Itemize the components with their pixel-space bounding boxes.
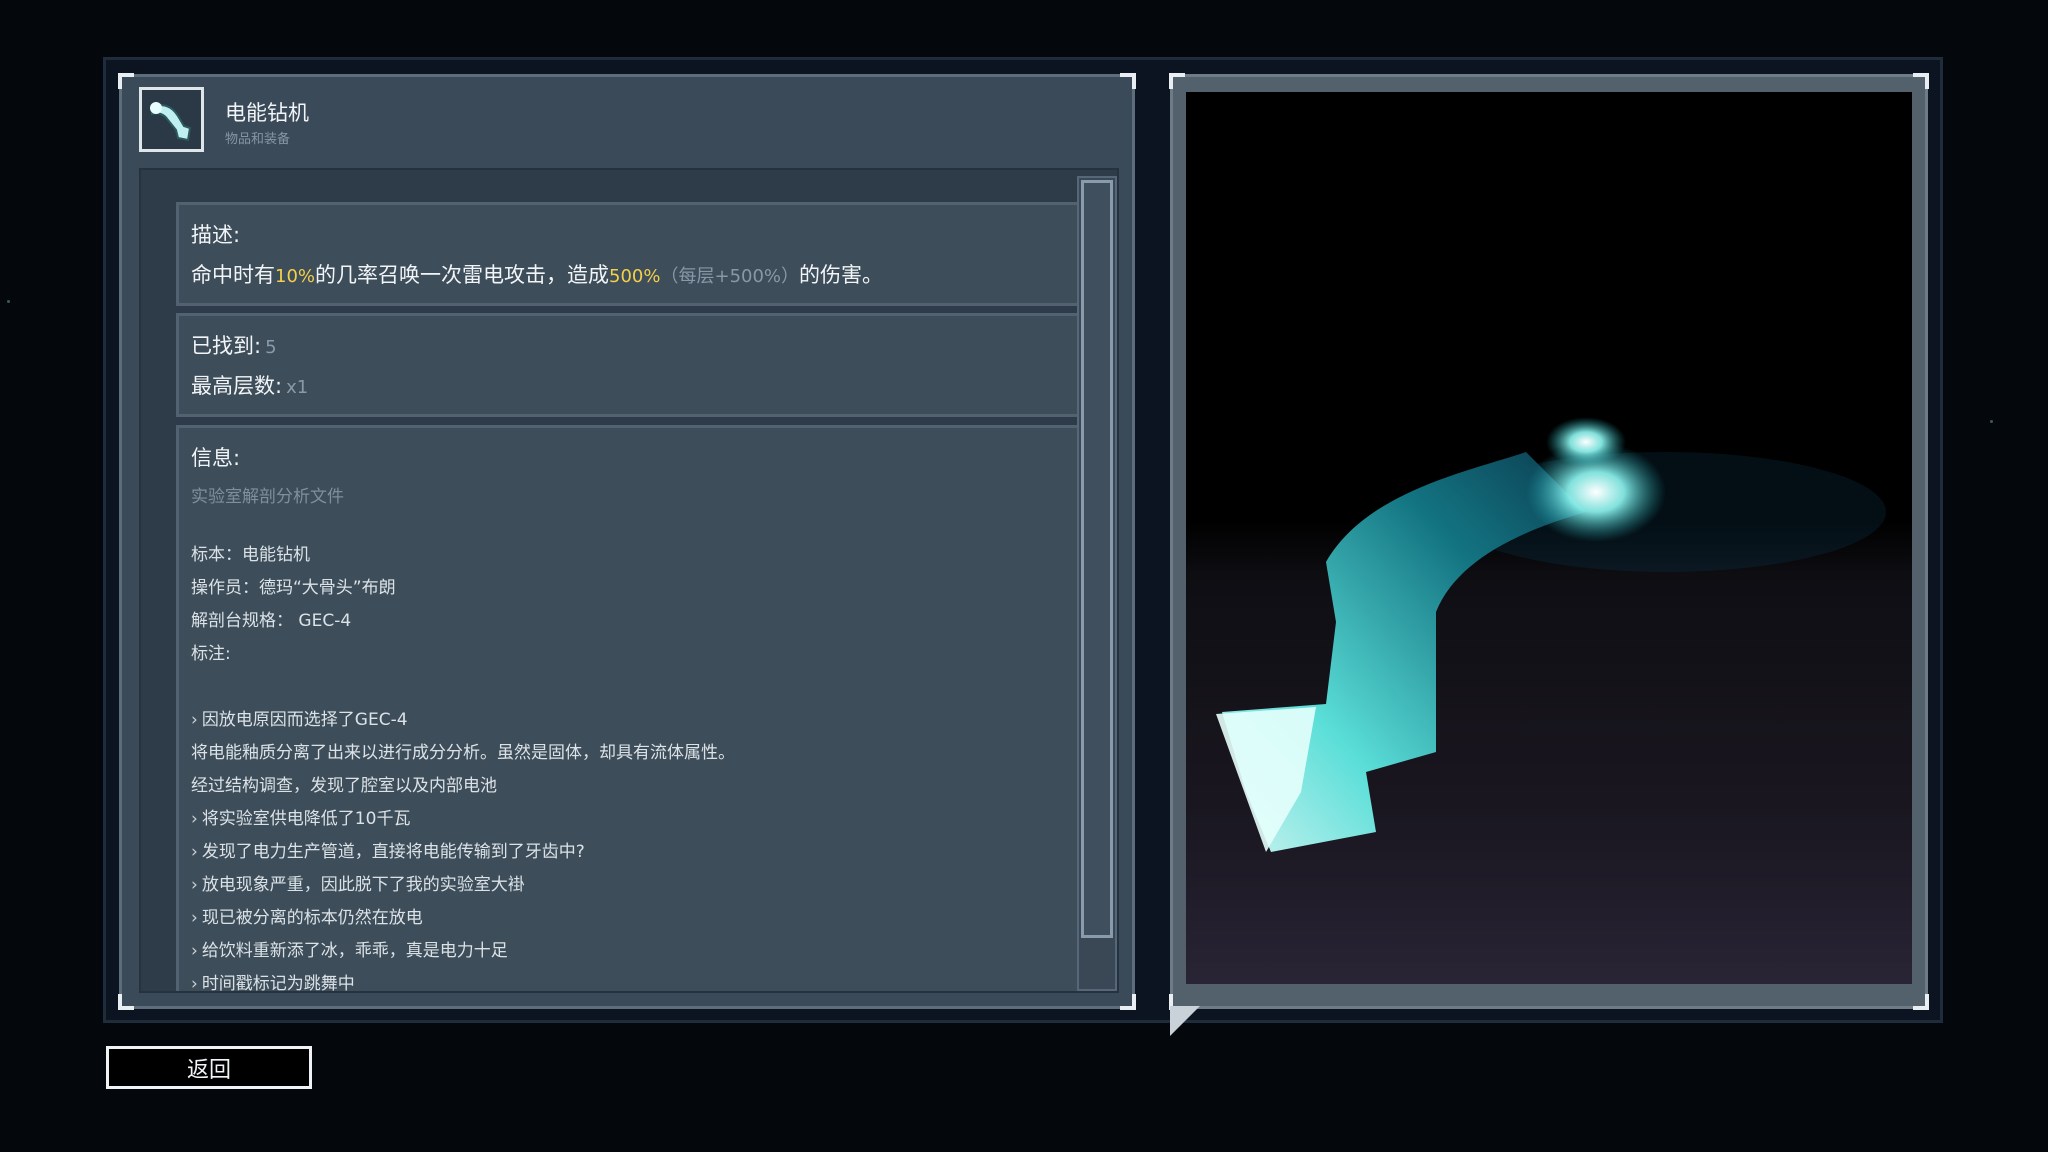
model-viewport[interactable] [1186, 92, 1912, 984]
background-star [7, 300, 10, 303]
frame-corner [1169, 73, 1185, 89]
proc-chance: 10% [275, 266, 316, 287]
description-text-a: 命中时有 [191, 263, 275, 287]
chevron-right-icon: › [191, 908, 198, 928]
max-stack-line: 最高层数: x1 [191, 370, 308, 400]
note-item: › 时间戳标记为跳舞中 [191, 974, 355, 993]
frame-corner [118, 994, 134, 1010]
scrollbar-track[interactable] [1077, 176, 1117, 991]
info-line: 标注: [191, 644, 231, 664]
item-details-panel: 电能钻机 物品和装备 描述: 命中时有10%的几率召唤一次雷电攻击，造成500%… [118, 73, 1136, 1010]
chevron-right-icon: › [191, 710, 198, 730]
note-item: 经过结构调查，发现了腔室以及内部电池 [191, 776, 497, 796]
description-text: 命中时有10%的几率召唤一次雷电攻击，造成500%（每层+500%）的伤害。 [191, 259, 883, 289]
note-item: › 发现了电力生产管道，直接将电能传输到了牙齿中? [191, 842, 585, 862]
background-star [1990, 420, 1993, 423]
max-stack-label: 最高层数: [191, 374, 283, 398]
chevron-right-icon: › [191, 875, 198, 895]
pointer-icon [1170, 1006, 1200, 1036]
note-item: › 因放电原因而选择了GEC-4 [191, 710, 408, 730]
item-category: 物品和装备 [225, 132, 291, 147]
scrollbar-thumb[interactable] [1081, 180, 1113, 938]
description-section: 描述: 命中时有10%的几率召唤一次雷电攻击，造成500%（每层+500%）的伤… [176, 202, 1081, 306]
item-title: 电能钻机 [225, 101, 309, 125]
electric-drill-icon [139, 87, 204, 152]
details-scroll-area[interactable]: 描述: 命中时有10%的几率召唤一次雷电攻击，造成500%（每层+500%）的伤… [139, 168, 1119, 993]
electric-drill-model [1186, 417, 1912, 984]
note-item: › 给饮料重新添了冰，乖乖，真是电力十足 [191, 941, 508, 961]
found-label: 已找到: [191, 334, 262, 358]
note-item: › 现已被分离的标本仍然在放电 [191, 908, 423, 928]
info-heading: 信息: [191, 446, 241, 470]
model-preview-panel [1169, 73, 1929, 1010]
note-item: 将电能釉质分离了出来以进行成分分析。虽然是固体，却具有流体属性。 [191, 743, 735, 763]
found-value: 5 [265, 337, 277, 358]
stack-bonus: （每层+500%） [660, 266, 800, 287]
description-text-b: 的几率召唤一次雷电攻击，造成 [315, 263, 610, 287]
frame-corner [1913, 994, 1929, 1010]
info-line: 操作员：德玛“大骨头”布朗 [191, 578, 396, 598]
damage-value: 500% [609, 266, 661, 287]
info-subtitle: 实验室解剖分析文件 [191, 487, 344, 507]
description-heading: 描述: [191, 223, 241, 247]
chevron-right-icon: › [191, 809, 198, 829]
frame-corner [1120, 73, 1136, 89]
chevron-right-icon: › [191, 842, 198, 862]
chevron-right-icon: › [191, 974, 198, 993]
frame-corner [1120, 994, 1136, 1010]
frame-corner [118, 73, 134, 89]
frame-corner [1913, 73, 1929, 89]
note-item: › 放电现象严重，因此脱下了我的实验室大褂 [191, 875, 525, 895]
info-line: 解剖台规格： GEC-4 [191, 611, 352, 631]
stats-section: 已找到: 5 最高层数: x1 [176, 313, 1081, 417]
note-item: › 将实验室供电降低了10千瓦 [191, 809, 411, 829]
info-section: 信息: 实验室解剖分析文件 标本：电能钻机 操作员：德玛“大骨头”布朗 解剖台规… [176, 425, 1081, 993]
info-line: 标本：电能钻机 [191, 545, 310, 565]
found-line: 已找到: 5 [191, 330, 277, 360]
chevron-right-icon: › [191, 941, 198, 961]
max-stack-value: x1 [286, 377, 309, 398]
description-text-c: 的伤害。 [799, 263, 884, 287]
back-button[interactable]: 返回 [106, 1046, 312, 1089]
